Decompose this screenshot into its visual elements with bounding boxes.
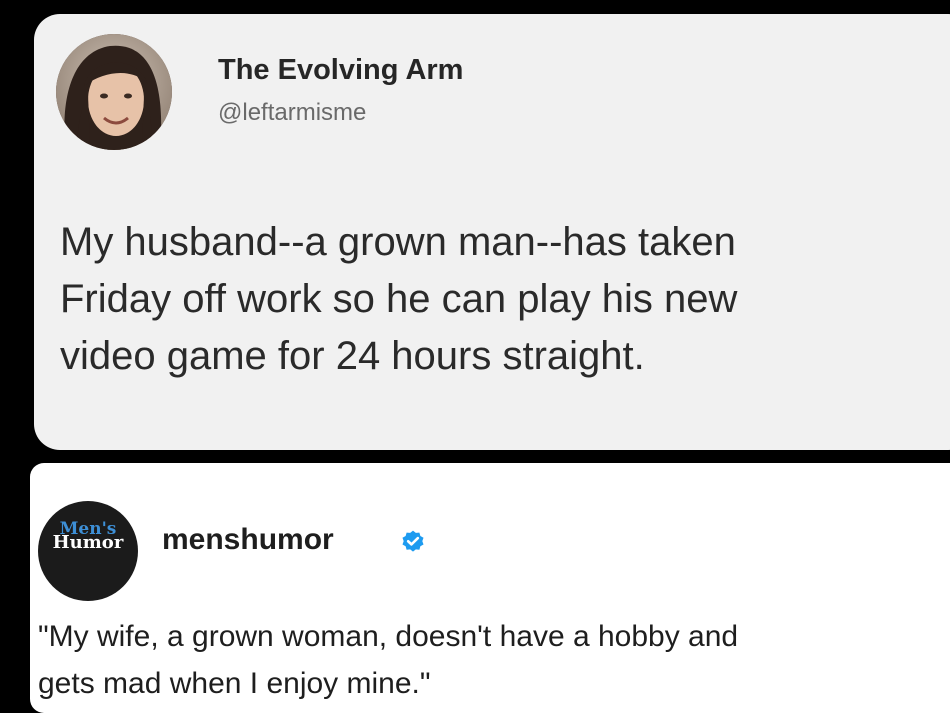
verified-badge-icon: [402, 530, 424, 552]
quote-text: "My wife, a grown woman, doesn't have a …: [38, 613, 950, 707]
author-handle[interactable]: @leftarmisme: [218, 99, 366, 127]
tweet-text: My husband--a grown man--has taken Frida…: [60, 214, 950, 385]
tweet-text-line: video game for 24 hours straight.: [60, 334, 645, 378]
author-name[interactable]: The Evolving Arm: [218, 54, 463, 87]
quote-author-name[interactable]: menshumor: [162, 523, 334, 557]
tweet-text-line: My husband--a grown man--has taken: [60, 220, 736, 264]
avatar[interactable]: [56, 34, 172, 150]
quote-card: Men's Humor menshumor · "My wife, a grow…: [30, 463, 950, 713]
quote-text-line: gets mad when I enjoy mine.": [38, 667, 431, 700]
tweet-text-line: Friday off work so he can play his new: [60, 277, 738, 321]
screenshot-frame: The Evolving Arm @leftarmisme My husband…: [0, 0, 950, 713]
quote-text-line: "My wife, a grown woman, doesn't have a …: [38, 620, 739, 653]
mens-humor-logo[interactable]: Men's Humor: [38, 501, 138, 601]
logo-text-bottom: Humor: [52, 532, 124, 553]
avatar-photo-icon: [56, 34, 172, 150]
tweet-card: The Evolving Arm @leftarmisme My husband…: [34, 14, 950, 450]
